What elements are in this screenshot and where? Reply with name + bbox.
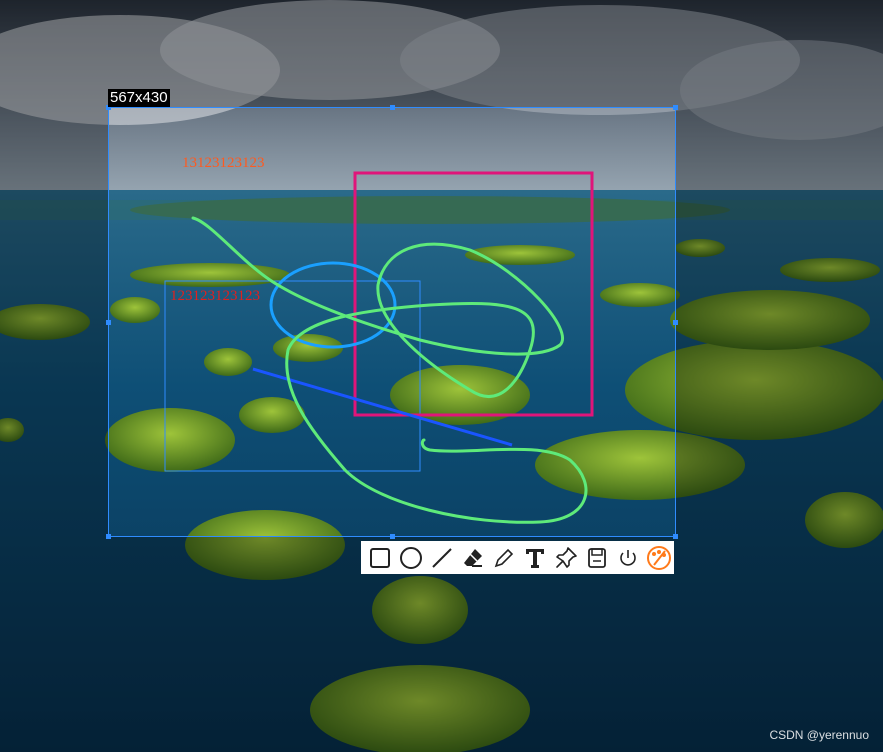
resize-handle-b[interactable] [390, 534, 395, 539]
ellipse-tool-button[interactable] [396, 542, 427, 573]
resize-handle-bl[interactable] [106, 534, 111, 539]
watermark: CSDN @yerennuo [769, 728, 869, 742]
rectangle-tool-button[interactable] [365, 542, 396, 573]
selection-box[interactable] [106, 105, 678, 539]
line-tool-button[interactable] [427, 542, 458, 573]
annotation-text-2[interactable]: 123123123123 [170, 288, 260, 304]
line-icon [432, 547, 452, 568]
save-tool-button[interactable] [581, 542, 612, 573]
ellipse-icon [400, 546, 423, 569]
pencil-tool-button[interactable] [489, 542, 520, 573]
pin-tool-button[interactable] [550, 542, 581, 573]
text-icon [525, 548, 544, 568]
selection-size-label: 567x430 [108, 89, 170, 107]
resize-handle-l[interactable] [106, 320, 111, 325]
palette-icon [646, 545, 671, 570]
screenshot-toolbar [361, 541, 674, 574]
resize-handle-t[interactable] [390, 105, 395, 110]
eraser-icon [464, 548, 483, 567]
exit-tool-button[interactable] [612, 542, 643, 573]
pencil-icon [494, 548, 514, 567]
pin-icon [556, 546, 577, 568]
rectangle-icon [370, 547, 391, 568]
resize-handle-tr[interactable] [673, 105, 678, 110]
resize-handle-br[interactable] [673, 534, 678, 539]
power-icon [619, 549, 636, 566]
color-picker-button[interactable] [643, 542, 674, 573]
save-icon [587, 547, 606, 568]
resize-handle-r[interactable] [673, 320, 678, 325]
eraser-tool-button[interactable] [458, 542, 489, 573]
annotation-text-1[interactable]: 13123123123 [182, 155, 265, 171]
text-tool-button[interactable] [520, 542, 551, 573]
